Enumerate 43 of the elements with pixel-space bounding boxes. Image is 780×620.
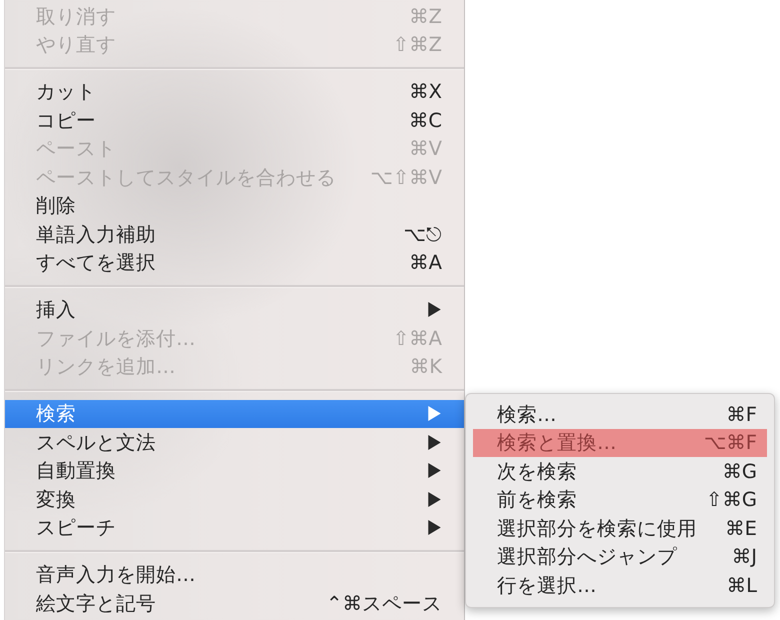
keyboard-shortcut: ⌘F: [726, 402, 757, 426]
submenu-arrow-icon: [428, 406, 441, 422]
keyboard-shortcut: ⌘V: [409, 137, 442, 160]
menu-item[interactable]: スピーチ: [5, 514, 464, 542]
keyboard-shortcut: ⌥⎋: [404, 222, 442, 246]
menu-item[interactable]: 行を選択… ⌘L: [473, 571, 767, 600]
keyboard-shortcut: ⇧⌘Z: [392, 33, 442, 56]
menu-item[interactable]: 次を検索 ⌘G: [473, 457, 767, 486]
keyboard-shortcut: ⌥⌘F: [704, 431, 757, 454]
menu-item[interactable]: 削除: [5, 192, 464, 220]
keyboard-shortcut: ⌘J: [732, 545, 757, 568]
keyboard-shortcut: ⌘A: [409, 251, 442, 274]
menu-item[interactable]: カット ⌘X: [5, 78, 464, 106]
submenu-arrow-icon: [428, 302, 441, 318]
menu-item[interactable]: 絵文字と記号 ⌃⌘スペース: [5, 589, 464, 618]
keyboard-shortcut: ⌘E: [725, 516, 757, 540]
keyboard-shortcut: ⌘G: [722, 460, 757, 483]
menu-item[interactable]: 単語入力補助 ⌥⎋: [5, 220, 464, 248]
keyboard-shortcut: ⌘L: [726, 574, 757, 597]
menu-item[interactable]: 変換: [5, 485, 464, 514]
submenu-arrow-icon: [428, 492, 441, 507]
submenu-arrow-icon: [428, 520, 441, 536]
keyboard-shortcut: ⌘C: [408, 108, 442, 132]
menu-item[interactable]: 自動置換: [5, 456, 464, 485]
keyboard-shortcut: ⌘Z: [409, 4, 442, 28]
menu-item[interactable]: 選択部分へジャンプ ⌘J: [473, 542, 767, 571]
keyboard-shortcut: ⌃⌘スペース: [326, 590, 442, 617]
keyboard-shortcut: ⌘X: [409, 80, 442, 104]
submenu-arrow-icon: [428, 434, 441, 450]
menu-item[interactable]: 検索… ⌘F: [473, 400, 767, 428]
menu-item[interactable]: すべてを選択 ⌘A: [5, 248, 464, 277]
menu-item[interactable]: 選択部分を検索に使用 ⌘E: [473, 514, 767, 542]
menu-item[interactable]: 挿入: [5, 296, 464, 324]
keyboard-shortcut: ⇧⌘G: [706, 488, 757, 512]
menu-item[interactable]: 音声入力を開始…: [5, 560, 464, 589]
keyboard-shortcut: ⌥⇧⌘V: [370, 166, 442, 189]
menu-item[interactable]: コピー ⌘C: [5, 106, 464, 134]
menu-item[interactable]: 前を検索 ⇧⌘G: [473, 486, 767, 514]
menu-item[interactable]: 検索: [5, 400, 464, 428]
menu-item[interactable]: スペルと文法: [5, 428, 464, 456]
keyboard-shortcut: ⇧⌘A: [392, 326, 442, 350]
keyboard-shortcut: ⌘K: [410, 355, 442, 378]
submenu-arrow-icon: [428, 463, 441, 478]
